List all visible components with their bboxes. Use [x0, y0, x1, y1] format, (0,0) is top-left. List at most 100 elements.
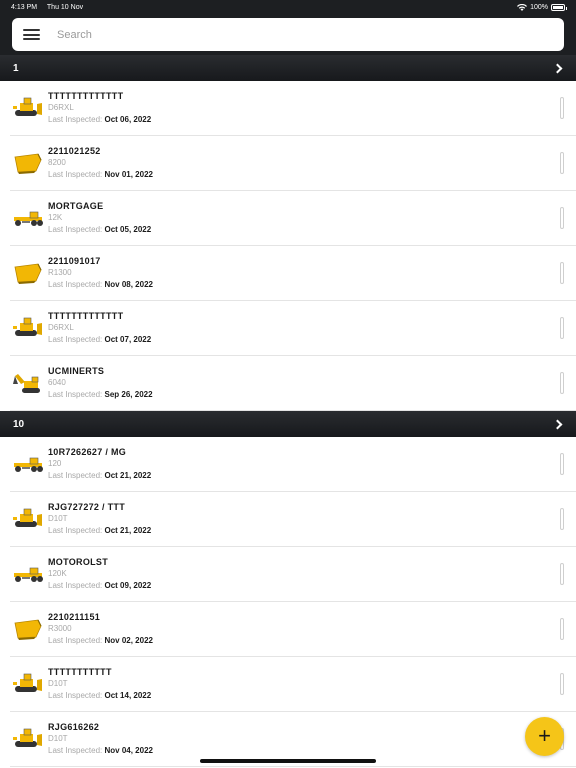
last-inspected: Last Inspected: Oct 21, 2022	[48, 470, 151, 482]
item-text: 2211091017 R1300 Last Inspected: Nov 08, 2…	[48, 256, 153, 291]
last-inspected-label: Last Inspected:	[48, 169, 103, 179]
asset-model: 6040	[48, 378, 66, 388]
list-item[interactable]: MOTOROLST 120K Last Inspected: Oct 09, 202…	[10, 547, 576, 602]
add-button[interactable]: +	[525, 717, 564, 756]
dozer-icon	[10, 93, 46, 123]
drag-handle[interactable]	[560, 618, 564, 640]
last-inspected: Last Inspected: Sep 26, 2022	[48, 389, 153, 401]
drag-handle[interactable]	[560, 262, 564, 284]
last-inspected: Last Inspected: Nov 02, 2022	[48, 635, 153, 647]
list-item[interactable]: TTTTTTTTTTTTT D6RXL Last Inspected: Oct 07…	[10, 301, 576, 356]
last-inspected-label: Last Inspected:	[48, 635, 103, 645]
last-inspected-date: Oct 21, 2022	[104, 525, 152, 535]
drag-handle[interactable]	[560, 152, 564, 174]
drag-handle[interactable]	[560, 97, 564, 119]
drag-handle[interactable]	[560, 563, 564, 585]
last-inspected-label: Last Inspected:	[48, 690, 103, 700]
last-inspected-label: Last Inspected:	[48, 334, 103, 344]
last-inspected-label: Last Inspected:	[48, 389, 103, 399]
last-inspected-date: Oct 06, 2022	[104, 114, 152, 124]
list-item[interactable]: 2211021252 8200 Last Inspected: Nov 01, 20…	[10, 136, 576, 191]
last-inspected-label: Last Inspected:	[48, 525, 103, 535]
drag-handle[interactable]	[560, 673, 564, 695]
item-text: 10R7262627 / MG 120 Last Inspected: Oct 21…	[48, 447, 151, 482]
list-item[interactable]: RJG727272 / TTT D10T Last Inspected: Oct 2…	[10, 492, 576, 547]
last-inspected: Last Inspected: Nov 01, 2022	[48, 169, 153, 181]
last-inspected-label: Last Inspected:	[48, 279, 103, 289]
list-item[interactable]: 10R7262627 / MG 120 Last Inspected: Oct 21…	[10, 437, 576, 492]
search-input[interactable]	[57, 28, 537, 41]
last-inspected-date: Oct 07, 2022	[104, 334, 152, 344]
last-inspected: Last Inspected: Oct 14, 2022	[48, 690, 151, 702]
last-inspected-date: Oct 09, 2022	[104, 580, 152, 590]
asset-name: 2211091017	[48, 255, 101, 266]
last-inspected-label: Last Inspected:	[48, 580, 103, 590]
status-right: 100%	[517, 3, 567, 11]
last-inspected: Last Inspected: Oct 05, 2022	[48, 224, 151, 236]
list-item[interactable]: 2211091017 R1300 Last Inspected: Nov 08, 2…	[10, 246, 576, 301]
group-header[interactable]: 1	[0, 55, 576, 81]
last-inspected-label: Last Inspected:	[48, 470, 103, 480]
asset-name: TTTTTTTTTTTTT	[48, 310, 124, 321]
item-text: RJG616262 D10T Last Inspected: Nov 04, 202…	[48, 722, 153, 757]
grader-icon	[10, 449, 46, 479]
asset-model: 120	[48, 459, 62, 469]
group-header[interactable]: 10	[0, 411, 576, 437]
last-inspected-date: Nov 02, 2022	[104, 635, 153, 645]
app-header: 4:13 PM Thu 10 Nov 100%	[0, 0, 576, 55]
asset-list: 1 TTTTTTTTTTTTT D6RXL Last Inspected: Oct 0…	[0, 55, 576, 767]
item-text: MOTOROLST 120K Last Inspected: Oct 09, 202…	[48, 557, 151, 592]
home-indicator	[200, 759, 376, 763]
last-inspected: Last Inspected: Nov 04, 2022	[48, 745, 153, 757]
list-item[interactable]: TTTTTTTTTTT D10T Last Inspected: Oct 14, 2…	[10, 657, 576, 712]
last-inspected: Last Inspected: Nov 08, 2022	[48, 279, 153, 291]
last-inspected-date: Nov 01, 2022	[104, 169, 153, 179]
last-inspected-date: Oct 14, 2022	[104, 690, 152, 700]
chevron-right-icon	[552, 63, 563, 73]
asset-name: MOTOROLST	[48, 556, 109, 567]
asset-name: TTTTTTTTTTT	[48, 666, 112, 677]
drag-handle[interactable]	[560, 453, 564, 475]
chevron-right-icon	[552, 419, 563, 429]
menu-icon[interactable]	[23, 29, 40, 40]
wifi-icon	[517, 3, 528, 11]
last-inspected: Last Inspected: Oct 06, 2022	[48, 114, 151, 126]
drag-handle[interactable]	[560, 317, 564, 339]
list-item[interactable]: TTTTTTTTTTTTT D6RXL Last Inspected: Oct 06…	[10, 81, 576, 136]
last-inspected: Last Inspected: Oct 09, 2022	[48, 580, 151, 592]
drag-handle[interactable]	[560, 372, 564, 394]
list-item[interactable]: UCMINERTS 6040 Last Inspected: Sep 26, 202…	[10, 356, 576, 411]
last-inspected: Last Inspected: Oct 07, 2022	[48, 334, 151, 346]
status-left: 4:13 PM Thu 10 Nov	[11, 4, 91, 11]
item-text: 2210211151 R3000 Last Inspected: Nov 02, 2…	[48, 612, 153, 647]
excavator-icon	[10, 368, 46, 398]
status-date: Thu 10 Nov	[46, 3, 84, 11]
asset-model: D10T	[48, 679, 68, 689]
list-item[interactable]: MORTGAGE 12K Last Inspected: Oct 05, 2022	[10, 191, 576, 246]
drag-handle[interactable]	[560, 508, 564, 530]
item-text: TTTTTTTTTTTTT D6RXL Last Inspected: Oct 07…	[48, 311, 151, 346]
asset-name: 2210211151	[48, 611, 101, 622]
asset-model: 12K	[48, 213, 63, 223]
last-inspected-date: Sep 26, 2022	[104, 389, 153, 399]
asset-model: 8200	[48, 158, 66, 168]
group-title: 10	[13, 418, 25, 430]
drag-handle[interactable]	[560, 207, 564, 229]
list-item[interactable]: 2210211151 R3000 Last Inspected: Nov 02, 2…	[10, 602, 576, 657]
dozer-icon	[10, 504, 46, 534]
asset-name: TTTTTTTTTTTTT	[48, 90, 124, 101]
last-inspected-label: Last Inspected:	[48, 224, 103, 234]
item-text: UCMINERTS 6040 Last Inspected: Sep 26, 202…	[48, 366, 153, 401]
last-inspected-date: Nov 04, 2022	[104, 745, 153, 755]
grader-icon	[10, 559, 46, 589]
asset-model: R1300	[48, 268, 72, 278]
bucket-icon	[10, 258, 46, 288]
asset-name: 2211021252	[48, 145, 101, 156]
last-inspected-date: Oct 21, 2022	[104, 470, 152, 480]
dozer-icon	[10, 669, 46, 699]
item-text: MORTGAGE 12K Last Inspected: Oct 05, 2022	[48, 201, 151, 236]
last-inspected-date: Nov 08, 2022	[104, 279, 153, 289]
bucket-icon	[10, 148, 46, 178]
asset-model: D10T	[48, 514, 68, 524]
asset-model: D6RXL	[48, 323, 74, 333]
